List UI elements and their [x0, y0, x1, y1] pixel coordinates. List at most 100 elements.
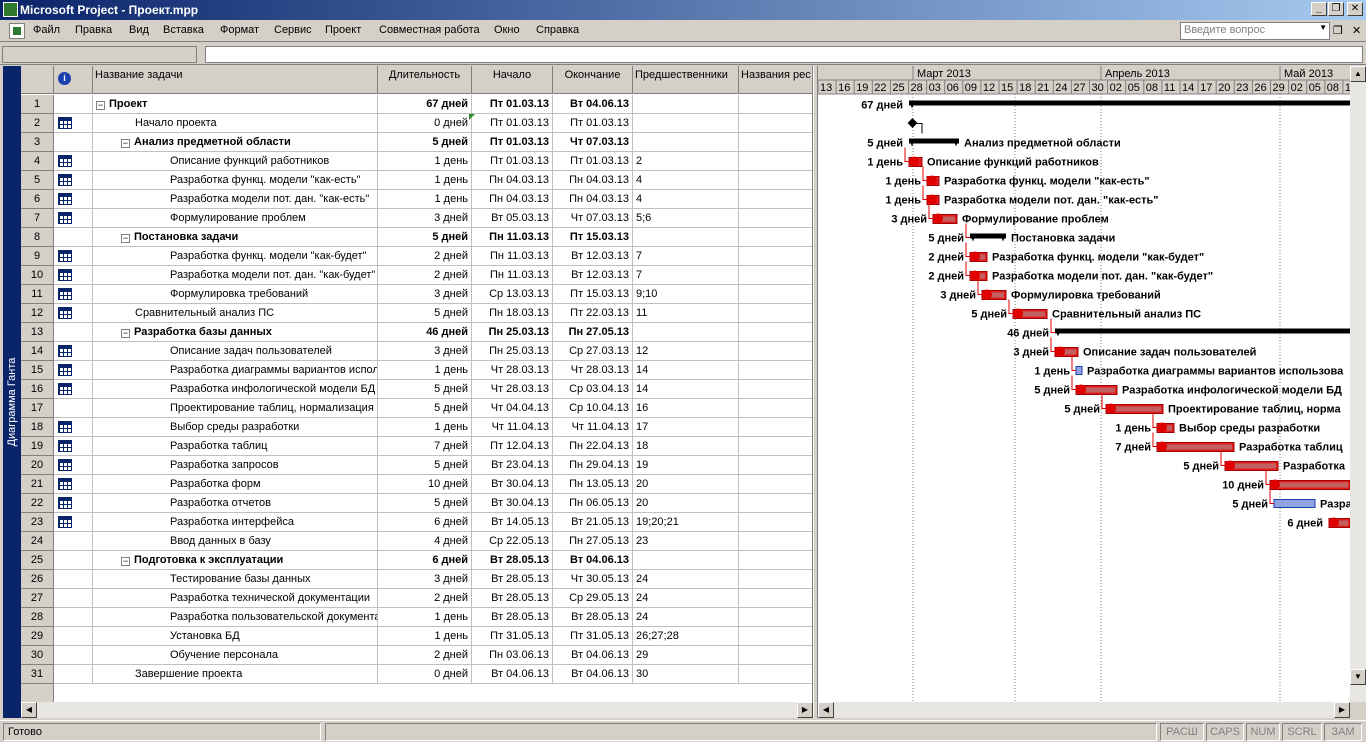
- task-predecessors[interactable]: [633, 133, 739, 152]
- task-duration[interactable]: 1 день: [378, 608, 472, 627]
- task-duration[interactable]: 5 дней: [378, 399, 472, 418]
- row-number[interactable]: 14: [21, 342, 54, 361]
- table-row[interactable]: 30 Обучение персонала 2 дней Пн 03.06.13 Вт …: [21, 646, 812, 665]
- task-predecessors[interactable]: 4: [633, 190, 739, 209]
- task-duration[interactable]: 6 дней: [378, 551, 472, 570]
- task-predecessors[interactable]: 29: [633, 646, 739, 665]
- task-start[interactable]: Вт 23.04.13: [472, 456, 553, 475]
- task-name[interactable]: Сравнительный анализ ПС: [93, 304, 378, 323]
- task-name[interactable]: Разработка функц. модели "как-есть": [93, 171, 378, 190]
- task-finish[interactable]: Пт 15.03.13: [553, 228, 633, 247]
- task-finish[interactable]: Пт 22.03.13: [553, 304, 633, 323]
- row-number[interactable]: 2: [21, 114, 54, 133]
- task-name[interactable]: Тестирование базы данных: [93, 570, 378, 589]
- task-resources[interactable]: [739, 266, 812, 285]
- task-resources[interactable]: [739, 342, 812, 361]
- scroll-down-icon[interactable]: ▼: [1350, 669, 1366, 685]
- task-resources[interactable]: [739, 551, 812, 570]
- task-name[interactable]: − Разработка базы данных: [93, 323, 378, 342]
- task-name[interactable]: Ввод данных в базу: [93, 532, 378, 551]
- table-row[interactable]: 16 Разработка инфологической модели БД 5 д…: [21, 380, 812, 399]
- task-name[interactable]: Формулировка требований: [93, 285, 378, 304]
- task-resources[interactable]: [739, 323, 812, 342]
- task-duration[interactable]: 5 дней: [378, 228, 472, 247]
- task-start[interactable]: Вт 28.05.13: [472, 551, 553, 570]
- task-duration[interactable]: 1 день: [378, 418, 472, 437]
- menu-tools[interactable]: Сервис: [274, 24, 312, 36]
- task-duration[interactable]: 1 день: [378, 190, 472, 209]
- task-name[interactable]: − Постановка задачи: [93, 228, 378, 247]
- task-predecessors[interactable]: [633, 551, 739, 570]
- row-number[interactable]: 9: [21, 247, 54, 266]
- scroll-left-icon[interactable]: ◀: [21, 702, 37, 718]
- task-resources[interactable]: [739, 152, 812, 171]
- task-predecessors[interactable]: 26;27;28: [633, 627, 739, 646]
- task-name[interactable]: Описание задач пользователей: [93, 342, 378, 361]
- menu-insert[interactable]: Вставка: [163, 24, 204, 36]
- task-duration[interactable]: 2 дней: [378, 646, 472, 665]
- task-start[interactable]: Вт 05.03.13: [472, 209, 553, 228]
- collapse-icon[interactable]: −: [121, 557, 130, 566]
- vertical-scrollbar[interactable]: ▲ ▼: [1350, 66, 1366, 702]
- task-predecessors[interactable]: 23: [633, 532, 739, 551]
- task-start[interactable]: Пн 04.03.13: [472, 190, 553, 209]
- header-resources[interactable]: Названия рес: [739, 66, 812, 94]
- task-resources[interactable]: [739, 190, 812, 209]
- task-finish[interactable]: Пн 27.05.13: [553, 532, 633, 551]
- task-finish[interactable]: Пт 31.05.13: [553, 627, 633, 646]
- task-duration[interactable]: 1 день: [378, 361, 472, 380]
- row-number[interactable]: 25: [21, 551, 54, 570]
- table-row[interactable]: 5 Разработка функц. модели "как-есть" 1 де…: [21, 171, 812, 190]
- task-resources[interactable]: [739, 494, 812, 513]
- row-number[interactable]: 10: [21, 266, 54, 285]
- gantt-scroll-right-icon[interactable]: ▶: [1334, 702, 1350, 718]
- task-start[interactable]: Чт 04.04.13: [472, 399, 553, 418]
- task-duration[interactable]: 3 дней: [378, 209, 472, 228]
- table-row[interactable]: 22 Разработка отчетов 5 дней Вт 30.04.13 Пн …: [21, 494, 812, 513]
- task-start[interactable]: Пн 25.03.13: [472, 342, 553, 361]
- task-duration[interactable]: 2 дней: [378, 266, 472, 285]
- task-start[interactable]: Пт 31.05.13: [472, 627, 553, 646]
- task-resources[interactable]: [739, 532, 812, 551]
- task-finish[interactable]: Ср 03.04.13: [553, 380, 633, 399]
- table-row[interactable]: 12 Сравнительный анализ ПС 5 дней Пн 18.03.…: [21, 304, 812, 323]
- header-duration[interactable]: Длительность: [378, 66, 472, 94]
- table-hscrollbar[interactable]: ◀ ▶: [21, 702, 813, 718]
- task-resources[interactable]: [739, 114, 812, 133]
- task-name[interactable]: Начало проекта: [93, 114, 378, 133]
- row-number[interactable]: 7: [21, 209, 54, 228]
- table-row[interactable]: 20 Разработка запросов 5 дней Вт 23.04.13 Пн…: [21, 456, 812, 475]
- row-number[interactable]: 24: [21, 532, 54, 551]
- task-start[interactable]: Пн 18.03.13: [472, 304, 553, 323]
- header-finish[interactable]: Окончание: [553, 66, 633, 94]
- task-predecessors[interactable]: 14: [633, 380, 739, 399]
- collapse-icon[interactable]: −: [96, 101, 105, 110]
- gantt-hscrollbar[interactable]: ◀ ▶: [818, 702, 1350, 718]
- minimize-button[interactable]: _: [1311, 2, 1327, 16]
- task-resources[interactable]: [739, 209, 812, 228]
- task-duration[interactable]: 2 дней: [378, 247, 472, 266]
- table-row[interactable]: 15 Разработка диаграммы вариантов исполь 1…: [21, 361, 812, 380]
- task-resources[interactable]: [739, 399, 812, 418]
- header-indicators[interactable]: i: [54, 66, 93, 94]
- task-predecessors[interactable]: 20: [633, 475, 739, 494]
- task-duration[interactable]: 10 дней: [378, 475, 472, 494]
- task-name[interactable]: Описание функций работников: [93, 152, 378, 171]
- task-name[interactable]: Разработка пользовательской документа: [93, 608, 378, 627]
- task-finish[interactable]: Вт 04.06.13: [553, 551, 633, 570]
- entry-field[interactable]: [205, 46, 1363, 63]
- task-resources[interactable]: [739, 418, 812, 437]
- task-start[interactable]: Вт 30.04.13: [472, 475, 553, 494]
- view-bar[interactable]: Диаграмма Ганта: [3, 66, 21, 718]
- dropdown-arrow-icon[interactable]: ▼: [1319, 23, 1327, 32]
- row-number[interactable]: 19: [21, 437, 54, 456]
- row-number[interactable]: 15: [21, 361, 54, 380]
- task-resources[interactable]: [739, 513, 812, 532]
- document-icon[interactable]: [9, 23, 25, 39]
- table-row[interactable]: 8− Постановка задачи 5 дней Пн 11.03.13 Пт 1…: [21, 228, 812, 247]
- menu-collaborate[interactable]: Совместная работа: [379, 24, 480, 36]
- row-number[interactable]: 12: [21, 304, 54, 323]
- task-finish[interactable]: Ср 27.03.13: [553, 342, 633, 361]
- task-duration[interactable]: 1 день: [378, 627, 472, 646]
- task-start[interactable]: Пт 01.03.13: [472, 133, 553, 152]
